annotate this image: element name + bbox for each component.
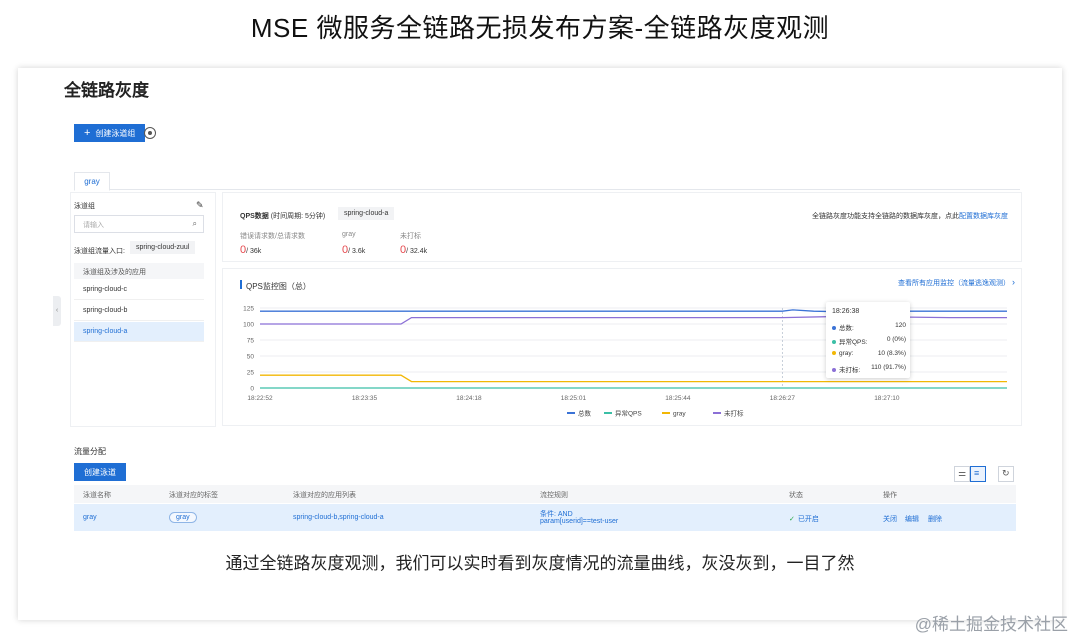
col-lane-name: 泳道名称 xyxy=(83,492,111,499)
qps-app-chip: spring-cloud-a xyxy=(338,207,395,220)
check-icon: ✓ xyxy=(789,516,795,523)
col-actions: 操作 xyxy=(883,492,897,499)
settings-toggle-icon[interactable]: ⚌ xyxy=(954,466,970,482)
row-lane-name[interactable]: gray xyxy=(83,514,97,521)
col-flow-rule: 流控规则 xyxy=(540,492,568,499)
col-status: 状态 xyxy=(789,492,803,499)
slide-title: MSE 微服务全链路无损发布方案-全链路灰度观测 xyxy=(250,13,830,43)
tab-bar: gray xyxy=(74,172,1020,191)
legend-label: 未打标 xyxy=(724,409,744,418)
row-status: ✓ 已开启 xyxy=(789,516,819,523)
qps-title: QPS数据 (时间周期: 5分钟) xyxy=(240,213,326,220)
y-tick-label: 50 xyxy=(247,354,255,361)
row-tag-badge: gray xyxy=(169,512,197,523)
tooltip-row-error: 异常QPS: 0 (0%) xyxy=(832,336,906,346)
apps-header: 泳道组及涉及的应用 xyxy=(74,263,204,279)
lane-search-input[interactable]: 请输入 ⌕ xyxy=(74,215,204,233)
tooltip-time: 18:26:38 xyxy=(832,308,860,315)
tooltip-row-total: 总数: 120 xyxy=(832,322,906,332)
page-title: 全链路灰度 xyxy=(64,81,149,100)
slide-caption: 通过全链路灰度观测，我们可以实时看到灰度情况的流量曲线，灰没灰到，一目了然 xyxy=(225,554,855,573)
y-tick-label: 25 xyxy=(247,370,255,377)
legend-label: 总数 xyxy=(578,409,592,418)
col-lane-apps: 泳道对应的应用列表 xyxy=(293,492,356,499)
sidebar-item-spring-cloud-a[interactable]: spring-cloud-a xyxy=(74,322,204,342)
x-tick-label: 18:25:44 xyxy=(665,395,691,402)
stat-error-label: 错误请求数/总请求数 xyxy=(240,233,305,240)
create-lane-group-label: 创建泳道组 xyxy=(95,128,136,138)
tab-gray[interactable]: gray xyxy=(74,172,110,191)
stat-untagged-label: 未打标 xyxy=(400,233,421,240)
y-tick-label: 75 xyxy=(247,338,255,345)
x-tick-label: 18:27:10 xyxy=(874,395,900,402)
legend-dot-icon xyxy=(832,326,836,331)
stat-error-value: 0/ 36k xyxy=(240,244,262,256)
x-tick-label: 18:25:01 xyxy=(561,395,587,402)
entry-chip: spring-cloud-zuul xyxy=(130,241,196,254)
y-tick-label: 125 xyxy=(243,306,254,313)
x-tick-label: 18:26:27 xyxy=(770,395,796,402)
configure-db-gray-link[interactable]: 配置数据库灰度 xyxy=(959,213,1008,220)
monitor-title: QPS监控图（总） xyxy=(246,282,311,291)
sidebar-item-spring-cloud-b[interactable]: spring-cloud-b xyxy=(74,301,204,321)
traffic-section-title: 流量分配 xyxy=(74,447,106,456)
watermark: @稀土掘金技术社区 xyxy=(914,615,1068,634)
legend-label: gray xyxy=(673,411,686,418)
row-rule-line2: param[userid]==test-user xyxy=(540,518,619,525)
legend-dot-icon xyxy=(832,351,836,356)
view-all-monitor-link[interactable]: 查看所有应用监控（流量逃逸观测） › xyxy=(898,277,1015,288)
chart-tooltip: 18:26:38 总数: 120 异常QPS: 0 (0%) gray: 10 (8.… xyxy=(826,302,910,378)
entry-label: 泳道组流量入口: xyxy=(74,248,125,255)
console-screenshot: 全链路灰度 + 创建泳道组 gray ‹ 泳道组 ✎ 请输入 ⌕ 泳道组流量入口… xyxy=(18,68,1062,620)
delete-lane-link[interactable]: 删除 xyxy=(928,514,942,524)
legend-label: 异常QPS xyxy=(615,409,642,418)
chevron-right-icon: › xyxy=(1011,277,1015,287)
tooltip-row-gray: gray: 10 (8.3%) xyxy=(832,350,906,357)
monitor-title-marker xyxy=(240,280,242,289)
list-view-icon[interactable]: ≡ xyxy=(970,466,986,482)
create-lane-group-button[interactable]: + 创建泳道组 xyxy=(74,124,146,142)
db-gray-note: 全链路灰度功能支持全链路的数据库灰度，点此配置数据库灰度 xyxy=(812,213,1008,220)
legend-dot-icon xyxy=(832,340,836,345)
gear-icon[interactable] xyxy=(144,127,156,139)
stat-gray-value: 0/ 3.6k xyxy=(342,244,366,256)
col-lane-tag: 泳道对应的标签 xyxy=(169,492,218,499)
row-app-list: spring-cloud-b,spring-cloud-a xyxy=(293,514,384,521)
close-lane-link[interactable]: 关闭 xyxy=(883,514,897,524)
stat-untagged-value: 0/ 32.4k xyxy=(400,244,428,256)
tooltip-row-untagged: 未打标: 110 (91.7%) xyxy=(832,364,906,374)
plus-icon: + xyxy=(84,127,91,139)
y-tick-label: 100 xyxy=(243,322,254,329)
collapse-handle[interactable]: ‹ xyxy=(53,296,61,326)
x-tick-label: 18:24:18 xyxy=(456,395,482,402)
create-lane-button[interactable]: 创建泳道 xyxy=(74,463,126,481)
legend-dot-icon xyxy=(832,368,836,373)
x-tick-label: 18:23:35 xyxy=(352,395,378,402)
edit-lane-link[interactable]: 编辑 xyxy=(905,514,919,524)
refresh-icon[interactable]: ↻ xyxy=(998,466,1014,482)
stat-gray-label: gray xyxy=(342,231,356,238)
x-tick-label: 18:22:52 xyxy=(247,395,273,402)
search-icon: ⌕ xyxy=(192,219,197,228)
edit-icon[interactable]: ✎ xyxy=(196,200,204,211)
y-tick-label: 0 xyxy=(250,386,254,393)
sidebar-item-spring-cloud-c[interactable]: spring-cloud-c xyxy=(74,280,204,300)
sidebar-title: 泳道组 xyxy=(74,203,95,210)
search-placeholder: 请输入 xyxy=(83,222,104,229)
